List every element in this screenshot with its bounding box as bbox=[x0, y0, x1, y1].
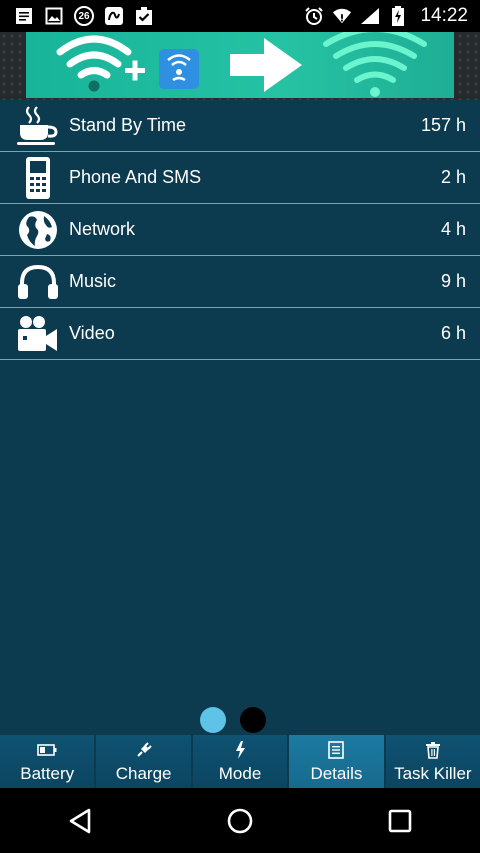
list-item-label: Phone And SMS bbox=[69, 167, 202, 187]
recents-button[interactable] bbox=[370, 791, 430, 851]
home-button[interactable] bbox=[210, 791, 270, 851]
lightning-icon bbox=[234, 740, 246, 760]
wifi-icon bbox=[56, 35, 132, 92]
list-item-value: 4 h bbox=[440, 219, 466, 239]
battery-icon bbox=[37, 740, 57, 760]
ad-banner[interactable] bbox=[0, 32, 480, 100]
usage-estimate-list: Stand By Time 157 h Phone And SMS 2 h Ne… bbox=[0, 100, 480, 360]
tab-label: Battery bbox=[20, 764, 75, 783]
cell-signal-icon bbox=[360, 6, 380, 26]
clipboard-check-icon bbox=[134, 6, 154, 26]
recents-icon bbox=[388, 809, 412, 832]
list-item-label: Network bbox=[69, 219, 136, 239]
system-icons: 14:22 bbox=[304, 5, 480, 27]
number-badge-icon: 26 bbox=[74, 6, 94, 26]
list-item[interactable]: Network 4 h bbox=[0, 204, 480, 256]
list-item-value: 6 h bbox=[440, 323, 466, 343]
list-item-label: Stand By Time bbox=[69, 115, 187, 135]
wifi-app-icon bbox=[159, 49, 199, 89]
image-icon bbox=[44, 6, 64, 26]
list-item-label: Music bbox=[69, 271, 117, 291]
ad-content[interactable] bbox=[26, 32, 454, 98]
wifi-large-icon bbox=[323, 32, 427, 97]
list-item-label: Video bbox=[69, 323, 115, 343]
back-button[interactable] bbox=[50, 791, 110, 851]
bottom-tab-bar: Battery Charge Mode Details Task Killer bbox=[0, 735, 480, 788]
document-icon bbox=[328, 740, 345, 760]
tab-charge[interactable]: Charge bbox=[96, 735, 193, 788]
list-item-value: 2 h bbox=[440, 167, 466, 187]
tab-label: Mode bbox=[218, 764, 262, 783]
plus-icon bbox=[125, 60, 145, 81]
tab-label: Details bbox=[310, 764, 363, 783]
status-bar: 26 14:22 bbox=[0, 0, 480, 32]
phone-icon bbox=[12, 155, 64, 201]
tab-battery[interactable]: Battery bbox=[0, 735, 97, 788]
page-indicator bbox=[0, 707, 480, 733]
list-item[interactable]: Stand By Time 157 h bbox=[0, 100, 480, 152]
list-item[interactable]: Music 9 h bbox=[0, 256, 480, 308]
arrow-right-icon bbox=[230, 38, 302, 92]
list-item-value: 9 h bbox=[440, 271, 466, 291]
list-item[interactable]: Video 6 h bbox=[0, 308, 480, 360]
list-item-value: 157 h bbox=[420, 115, 466, 135]
list-item[interactable]: Phone And SMS 2 h bbox=[0, 152, 480, 204]
alarm-icon bbox=[304, 6, 324, 26]
video-camera-icon bbox=[12, 311, 64, 357]
tab-task-killer[interactable]: Task Killer bbox=[385, 735, 480, 788]
headphones-icon bbox=[12, 259, 64, 305]
signature-icon bbox=[104, 6, 124, 26]
page-dot[interactable] bbox=[240, 707, 266, 733]
tab-label: Task Killer bbox=[394, 764, 472, 783]
tab-label: Charge bbox=[115, 764, 172, 783]
back-icon bbox=[69, 808, 91, 833]
page-dot-active[interactable] bbox=[200, 707, 226, 733]
trash-icon bbox=[425, 740, 441, 760]
system-nav-bar bbox=[0, 788, 480, 853]
battery-charging-icon bbox=[388, 6, 408, 26]
clock: 14:22 bbox=[420, 5, 468, 26]
globe-icon bbox=[12, 207, 64, 253]
wifi-icon bbox=[332, 6, 352, 26]
tab-mode[interactable]: Mode bbox=[192, 735, 290, 788]
tab-details[interactable]: Details bbox=[289, 735, 386, 788]
notes-icon bbox=[14, 6, 34, 26]
coffee-cup-icon bbox=[12, 103, 64, 149]
notification-icons: 26 bbox=[0, 6, 154, 26]
home-icon bbox=[227, 808, 253, 833]
plug-icon bbox=[135, 740, 153, 760]
